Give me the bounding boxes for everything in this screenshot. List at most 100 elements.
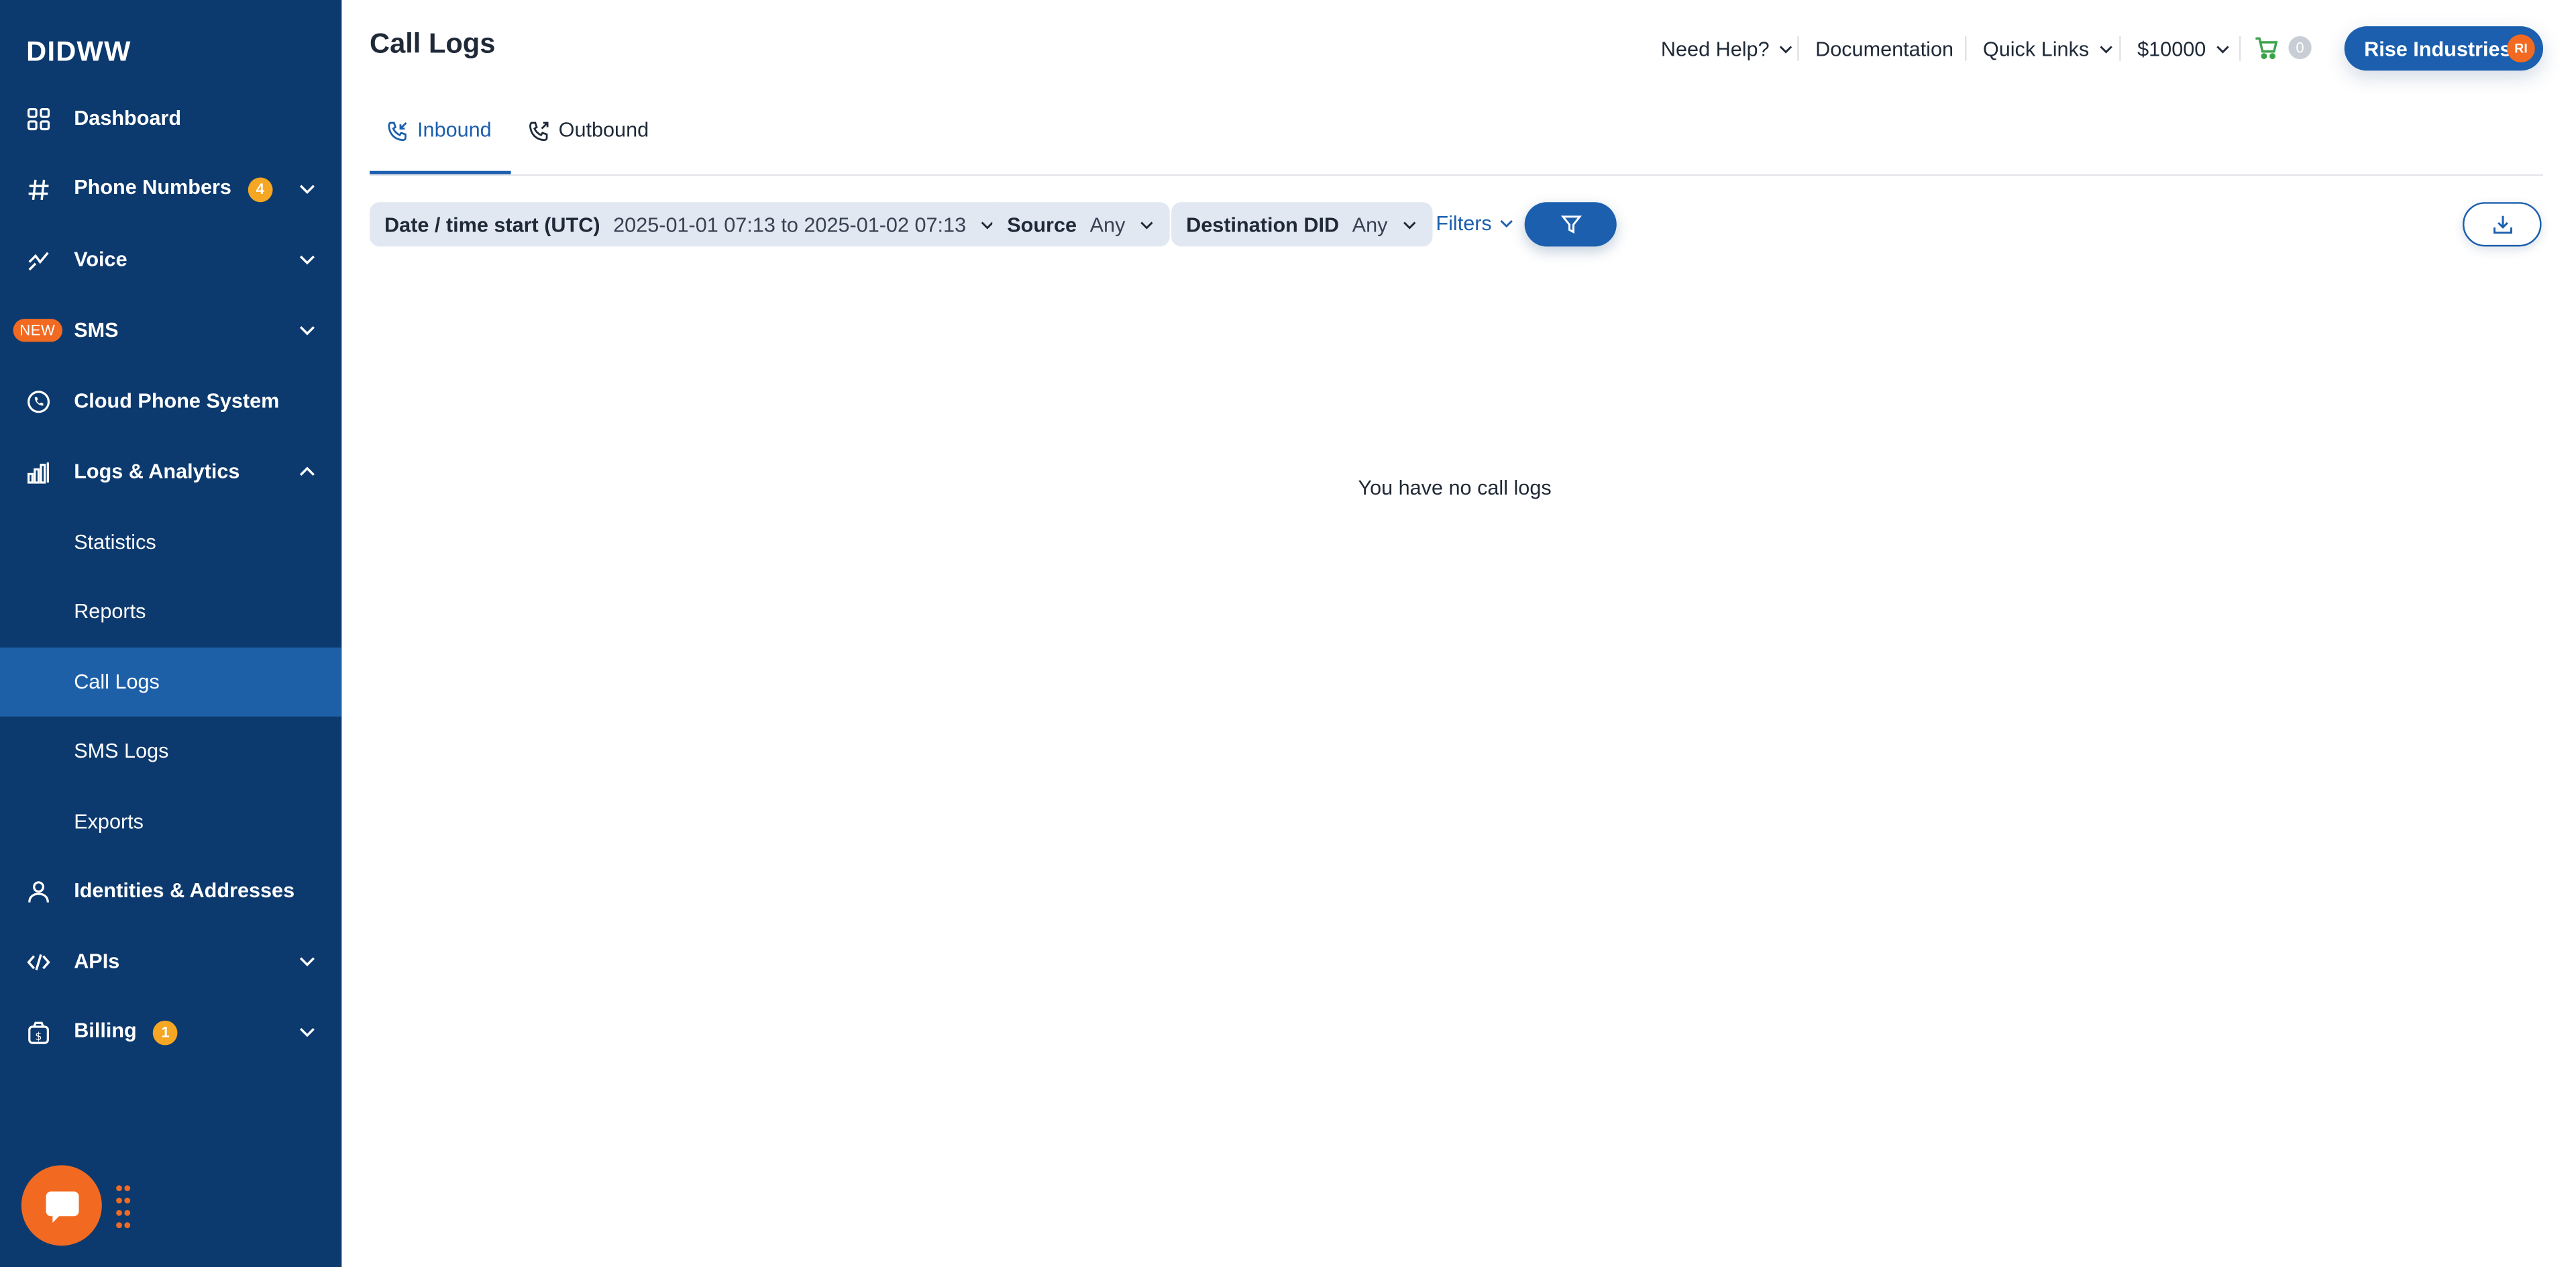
sidebar-subitem-label: Statistics	[74, 531, 156, 554]
documentation-label: Documentation	[1815, 38, 1954, 61]
sidebar-item-label: Identities & Addresses	[74, 879, 295, 903]
sidebar-item-apis[interactable]: APIs	[0, 927, 341, 996]
inbound-call-icon	[388, 121, 407, 142]
chat-bubble-icon	[45, 1190, 78, 1222]
account-name: Rise Industries	[2364, 37, 2512, 60]
sidebar-item-voice[interactable]: Voice	[0, 225, 341, 295]
sidebar-item-identities-addresses[interactable]: Identities & Addresses	[0, 856, 341, 925]
documentation-link[interactable]: Documentation	[1815, 36, 1953, 62]
account-menu-button[interactable]: Rise Industries RI	[2344, 26, 2544, 71]
download-icon	[2492, 215, 2512, 234]
chevron-down-icon	[1500, 219, 1513, 228]
need-help-menu[interactable]: Need Help?	[1661, 36, 1794, 62]
sidebar-subitem-sms-logs[interactable]: SMS Logs	[0, 717, 341, 786]
sidebar-item-dashboard[interactable]: Dashboard	[0, 84, 341, 153]
destination-did-filter[interactable]: Destination DID Any	[1171, 202, 1432, 247]
balance-menu[interactable]: $10000	[2137, 36, 2231, 62]
chevron-down-icon	[1779, 46, 1792, 54]
tab-label: Inbound	[417, 118, 492, 142]
didww-logo[interactable]: DIDWW	[26, 36, 131, 69]
sidebar-item-label: Logs & Analytics	[74, 460, 240, 484]
bar-chart-icon	[25, 458, 51, 485]
sidebar-subitem-statistics[interactable]: Statistics	[0, 508, 341, 577]
filters-link-label: Filters	[1436, 211, 1492, 236]
chevron-up-icon	[299, 466, 315, 476]
user-icon	[25, 878, 51, 904]
hash-icon	[25, 176, 51, 202]
balance-label: $10000	[2137, 38, 2206, 61]
cart-button[interactable]: 0	[2254, 36, 2312, 60]
sidebar-item-billing[interactable]: $ Billing 1	[0, 998, 341, 1067]
sidebar-item-label: Cloud Phone System	[74, 389, 280, 413]
date-range-filter[interactable]: Date / time start (UTC) 2025-01-01 07:13…	[370, 202, 1011, 247]
billing-icon: $	[25, 1019, 51, 1045]
quick-links-menu[interactable]: Quick Links	[1983, 36, 2114, 62]
chevron-down-icon	[2216, 46, 2229, 54]
sidebar-item-label: Phone Numbers	[74, 176, 231, 200]
sidebar-subitem-label: SMS Logs	[74, 740, 169, 763]
chevron-down-icon	[299, 326, 315, 336]
chevron-down-icon	[299, 185, 315, 194]
chevron-down-icon	[1140, 221, 1153, 229]
export-download-button[interactable]	[2463, 202, 2542, 247]
filter-label: Destination DID	[1186, 213, 1340, 236]
tab-label: Outbound	[558, 118, 649, 142]
drag-handle-icon[interactable]	[115, 1183, 131, 1229]
page-title: Call Logs	[370, 28, 496, 60]
empty-state-message: You have no call logs	[1358, 476, 1552, 500]
svg-text:$: $	[34, 1029, 41, 1042]
sidebar-subitem-label: Call Logs	[74, 670, 160, 694]
tab-inbound[interactable]: Inbound	[370, 118, 511, 174]
chevron-down-icon	[299, 957, 315, 966]
need-help-label: Need Help?	[1660, 38, 1770, 61]
filter-value: 2025-01-01 07:13 to 2025-01-02 07:13	[613, 213, 967, 236]
divider	[1964, 36, 1967, 61]
billing-badge: 1	[153, 1019, 178, 1045]
sidebar-item-logs-analytics[interactable]: Logs & Analytics	[0, 437, 341, 506]
filter-label: Date / time start (UTC)	[384, 213, 600, 236]
chevron-down-icon	[299, 255, 315, 265]
more-filters-link[interactable]: Filters	[1436, 212, 1515, 235]
sidebar-subitem-label: Reports	[74, 599, 146, 623]
funnel-icon	[1560, 215, 1581, 234]
chat-widget-button[interactable]	[21, 1165, 102, 1246]
sidebar-item-label: SMS	[74, 319, 119, 342]
sidebar-subitem-reports[interactable]: Reports	[0, 577, 341, 646]
filter-value: Any	[1089, 213, 1126, 236]
apply-filter-button[interactable]	[1524, 202, 1617, 247]
tab-outbound[interactable]: Outbound	[527, 118, 649, 174]
chevron-down-icon	[299, 1027, 315, 1037]
quick-links-label: Quick Links	[1982, 38, 2090, 61]
cloud-phone-icon	[25, 388, 51, 414]
chevron-down-icon	[2099, 46, 2112, 54]
cart-icon	[2255, 37, 2278, 60]
sidebar: DIDWW Dashboard Phone Numbers 4 Voice NEW…	[0, 0, 342, 1267]
grid-icon	[25, 105, 51, 132]
filter-label: Source	[1007, 213, 1077, 236]
divider	[2239, 36, 2241, 61]
voice-icon	[25, 246, 51, 272]
sidebar-subitem-label: Exports	[74, 810, 144, 833]
divider	[1797, 36, 1799, 61]
tabs-divider	[370, 174, 2544, 176]
sidebar-item-sms[interactable]: NEW SMS	[0, 296, 341, 365]
new-badge: NEW	[13, 319, 62, 342]
chevron-down-icon	[1403, 221, 1415, 229]
avatar: RI	[2507, 34, 2535, 63]
source-filter[interactable]: Source Any	[992, 202, 1170, 247]
sidebar-item-label: Dashboard	[74, 107, 182, 130]
divider	[2119, 36, 2121, 61]
sidebar-item-label: APIs	[74, 950, 120, 973]
sidebar-subitem-call-logs[interactable]: Call Logs	[0, 647, 342, 717]
outbound-call-icon	[529, 121, 549, 142]
sidebar-item-cloud-phone-system[interactable]: Cloud Phone System	[0, 366, 341, 436]
sidebar-item-label: Voice	[74, 248, 127, 272]
cart-count-badge: 0	[2288, 36, 2312, 60]
sidebar-item-label: Billing	[74, 1019, 137, 1043]
main-content: Call Logs Need Help? Documentation Quick…	[341, 0, 2576, 1267]
filter-value: Any	[1352, 213, 1388, 236]
sidebar-subitem-exports[interactable]: Exports	[0, 787, 341, 856]
phone-numbers-badge: 4	[248, 176, 273, 202]
code-icon	[25, 948, 51, 974]
sidebar-item-phone-numbers[interactable]: Phone Numbers 4	[0, 154, 341, 223]
